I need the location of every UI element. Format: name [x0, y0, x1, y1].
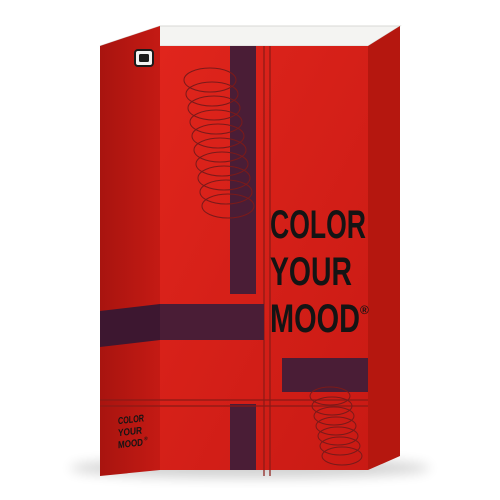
product-box-render: COLOR YOUR MOOD ® COLOR YOUR MOOD ®	[70, 25, 430, 478]
title-line-1: COLOR	[270, 203, 366, 247]
cut-corner-notch-icon	[134, 49, 154, 67]
title-line-3: MOOD	[270, 297, 360, 341]
product-box-scene: COLOR YOUR MOOD ® COLOR YOUR MOOD ®	[0, 0, 500, 500]
title-line-2: YOUR	[270, 250, 352, 294]
registered-mark: ®	[360, 303, 369, 317]
vertical-stripe-bottom	[230, 404, 256, 470]
horizontal-stripe-spine	[100, 304, 160, 347]
spine-mark: ®	[144, 435, 148, 442]
box-right-edge	[368, 26, 400, 470]
horizontal-stripe-left	[160, 304, 264, 340]
